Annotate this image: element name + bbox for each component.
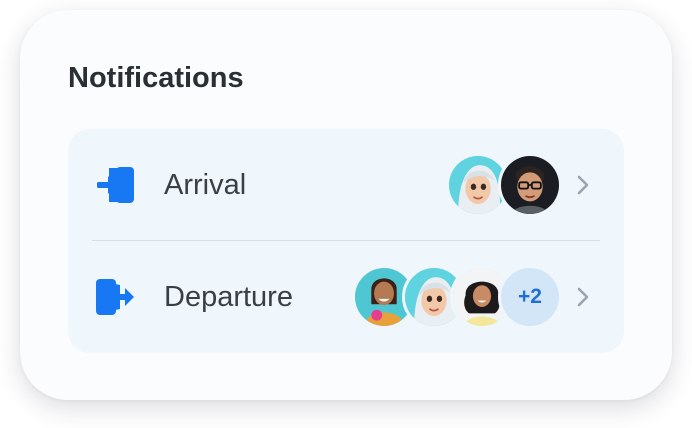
departure-row[interactable]: Departure +2 [68,241,624,353]
notifications-card: Notifications Arrival Departure +2 [20,10,672,400]
card-title: Notifications [68,62,244,94]
chevron-right-icon [576,173,590,197]
chevron-right-icon [576,285,590,309]
arrival-icon [94,165,138,205]
arrival-row[interactable]: Arrival [68,129,624,241]
departure-label: Departure [164,281,293,313]
more-avatars-badge: +2 [498,265,562,329]
avatar-man-glasses [498,153,562,217]
departure-icon [94,277,138,317]
notification-list: Arrival Departure +2 [68,129,624,353]
arrival-label: Arrival [164,169,247,201]
